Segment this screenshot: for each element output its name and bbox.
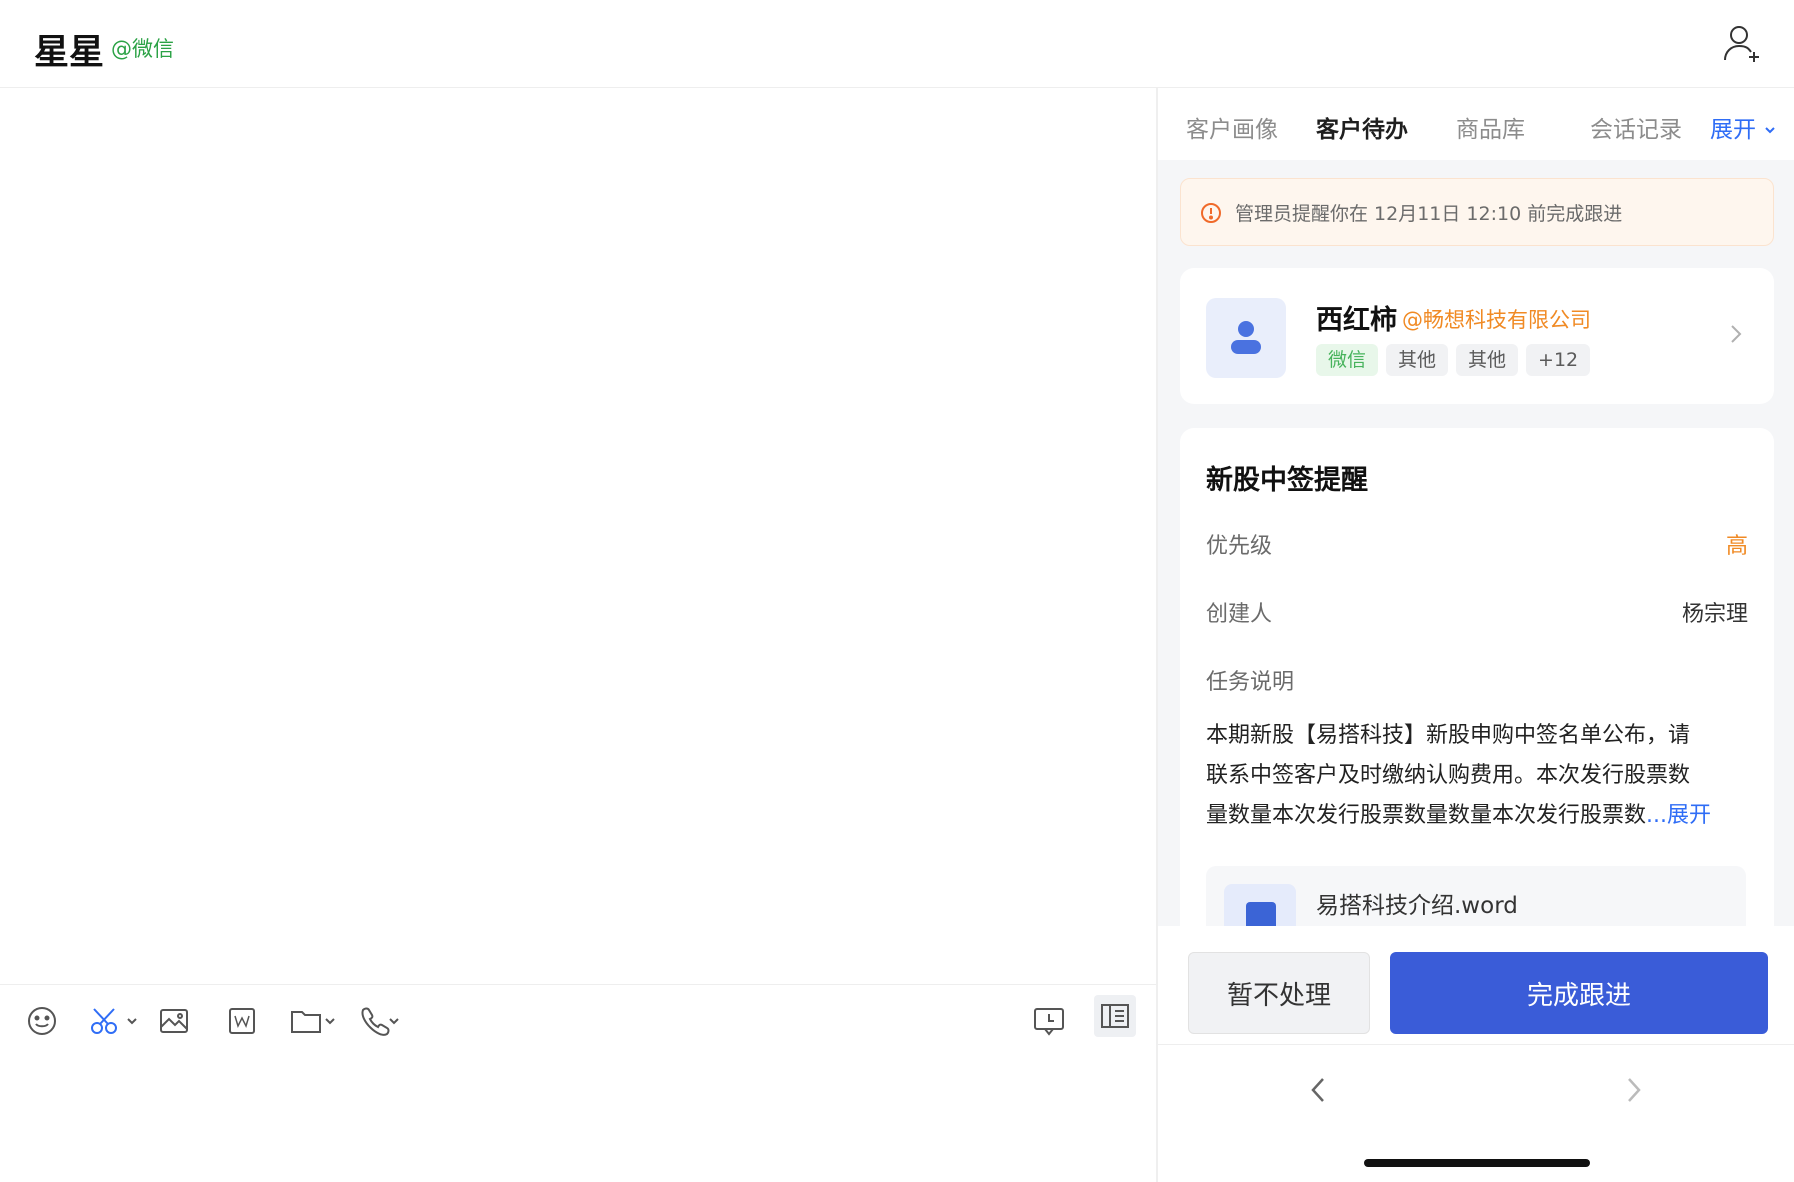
priority-label: 优先级 [1206, 534, 1273, 559]
creator-label: 创建人 [1206, 602, 1273, 627]
image-icon[interactable] [158, 1003, 190, 1039]
tabs-expand-label: 展开 [1710, 117, 1756, 143]
attachment-name: 易搭科技介绍.word [1316, 893, 1518, 919]
complete-followup-button[interactable]: 完成跟进 [1390, 952, 1768, 1034]
folder-icon[interactable] [290, 1003, 338, 1039]
tab-chat-history[interactable]: 会话记录 [1590, 110, 1682, 144]
action-bar: 暂不处理 完成跟进 [1158, 926, 1794, 1044]
panel-tabs: 客户画像 客户待办 商品库 会话记录 展开 [1158, 88, 1794, 160]
message-input[interactable] [0, 1056, 1156, 1182]
chat-header: 星星 @微信 [0, 0, 1794, 88]
customer-panel: 客户画像 客户待办 商品库 会话记录 展开 管理员提醒你在 12月11日 12:… [1158, 88, 1794, 1182]
description-line-last: 量数量本次发行股票数量数量本次发行股票数...展开 [1206, 796, 1746, 836]
description-expand-link[interactable]: ...展开 [1646, 803, 1711, 828]
task-pager [1158, 1044, 1794, 1182]
task-title: 新股中签提醒 [1206, 465, 1368, 496]
screenshot-scissors-icon[interactable] [88, 1003, 140, 1039]
admin-reminder-alert: 管理员提醒你在 12月11日 12:10 前完成跟进 [1180, 178, 1774, 246]
tabs-expand-button[interactable]: 展开 [1710, 110, 1777, 144]
contact-name: 星星 [34, 33, 105, 73]
priority-value: 高 [1725, 534, 1748, 559]
creator-value: 杨宗理 [1681, 602, 1748, 627]
task-description: 本期新股【易搭科技】新股申购中签名单公布，请 联系中签客户及时缴纳认购费用。本次… [1206, 716, 1746, 836]
chat-message-area[interactable] [0, 88, 1156, 984]
description-line: 量数量本次发行股票数量数量本次发行股票数 [1206, 803, 1647, 828]
customer-tags: 微信 其他 其他 +12 [1316, 344, 1591, 376]
tag-more-count[interactable]: +12 [1526, 344, 1591, 376]
tab-customer-todo[interactable]: 客户待办 [1316, 110, 1408, 144]
word-doc-icon[interactable] [226, 1003, 258, 1039]
phone-icon[interactable] [358, 1003, 402, 1039]
avatar [1206, 298, 1286, 378]
tag: 微信 [1316, 344, 1379, 376]
tab-customer-profile[interactable]: 客户画像 [1186, 110, 1278, 144]
chevron-down-icon [1765, 127, 1776, 134]
customer-card[interactable]: 西红柿 @畅想科技有限公司 微信 其他 其他 +12 [1180, 268, 1774, 404]
tag: 其他 [1456, 344, 1519, 376]
person-add-icon[interactable] [1720, 22, 1764, 66]
chevron-left-icon[interactable] [1308, 1075, 1328, 1109]
chevron-right-icon[interactable] [1624, 1075, 1644, 1109]
quick-reply-icon[interactable] [1032, 1003, 1066, 1039]
task-card: 新股中签提醒 优先级 高 创建人 杨宗理 任务说明 本期新股【易搭科技】新股申购… [1180, 428, 1774, 998]
description-line: 联系中签客户及时缴纳认购费用。本次发行股票数 [1206, 763, 1691, 788]
chat-toolbar [0, 984, 1156, 1056]
sidebar-panel-icon[interactable] [1094, 995, 1136, 1037]
person-icon [1231, 321, 1261, 354]
alert-text: 管理员提醒你在 12月11日 12:10 前完成跟进 [1235, 203, 1623, 225]
task-description-label: 任务说明 [1206, 670, 1295, 695]
chevron-right-icon[interactable] [1728, 322, 1744, 350]
emoji-icon[interactable] [26, 1003, 58, 1039]
tag: 其他 [1386, 344, 1449, 376]
warning-circle-icon [1199, 201, 1223, 225]
customer-company: @畅想科技有限公司 [1402, 308, 1591, 332]
tab-product-library[interactable]: 商品库 [1456, 110, 1525, 144]
contact-source: @微信 [111, 37, 174, 61]
home-indicator [1364, 1159, 1590, 1167]
skip-button[interactable]: 暂不处理 [1188, 952, 1370, 1034]
description-line: 本期新股【易搭科技】新股申购中签名单公布，请 [1206, 723, 1691, 748]
customer-name: 西红柿 [1316, 305, 1397, 336]
